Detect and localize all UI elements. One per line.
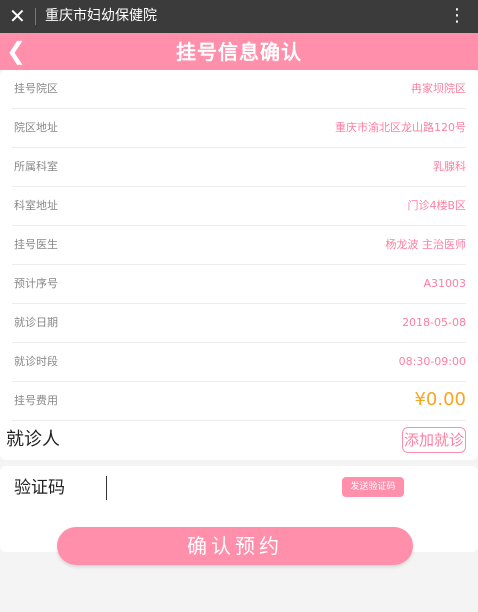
send-code-button[interactable]: 发送验证码 [342,477,404,497]
detail-label: 挂号费用 [14,394,58,407]
patient-label: 就诊人 [6,429,60,450]
titlebar-divider [35,8,36,25]
window-title: 重庆市妇幼保健院 [45,8,157,24]
detail-row-time-slot: 就诊时段 08:30-09:00 [0,343,478,382]
detail-label: 就诊时段 [14,355,58,368]
window-titlebar: ✕ 重庆市妇幼保健院 ⋮ [0,0,478,33]
detail-row-doctor: 挂号医生 杨龙波 主治医师 [0,226,478,265]
detail-label: 预计序号 [14,277,58,290]
detail-row-fee: 挂号费用 ¥0.00 [0,382,478,421]
confirm-booking-button[interactable]: 确认预约 [57,527,413,565]
more-options-icon[interactable]: ⋮ [448,4,466,28]
detail-label: 科室地址 [14,199,58,212]
detail-label: 就诊日期 [14,316,58,329]
detail-value: A31003 [423,277,466,290]
detail-row-department-location: 科室地址 门诊4楼B区 [0,187,478,226]
detail-value: 冉家坝院区 [411,82,466,95]
detail-label: 所属科室 [14,160,58,173]
detail-label: 院区地址 [14,121,58,134]
verification-code-input[interactable] [106,476,326,500]
detail-row-visit-date: 就诊日期 2018-05-08 [0,304,478,343]
patient-row: 就诊人 添加就诊 [0,420,478,460]
detail-row-campus: 挂号院区 冉家坝院区 [0,70,478,109]
detail-value: 乳腺科 [433,160,466,173]
page-header: ❮ 挂号信息确认 [0,33,478,70]
detail-row-address: 院区地址 重庆市渝北区龙山路120号 [0,109,478,148]
detail-label: 挂号院区 [14,82,58,95]
detail-row-department: 所属科室 乳腺科 [0,148,478,187]
detail-row-queue-number: 预计序号 A31003 [0,265,478,304]
add-patient-button[interactable]: 添加就诊 [402,427,466,453]
detail-value: 08:30-09:00 [398,355,466,368]
registration-details-card: 挂号院区 冉家坝院区 院区地址 重庆市渝北区龙山路120号 所属科室 乳腺科 科… [0,70,478,460]
detail-value: 门诊4楼B区 [407,199,466,212]
detail-value: 杨龙波 主治医师 [385,238,467,251]
verification-code-label: 验证码 [14,478,65,498]
page-title: 挂号信息确认 [176,40,302,64]
close-icon[interactable]: ✕ [9,4,26,28]
detail-value: 2018-05-08 [402,316,466,329]
detail-label: 挂号医生 [14,238,58,251]
detail-value: 重庆市渝北区龙山路120号 [335,121,466,134]
fee-amount: ¥0.00 [414,389,466,410]
